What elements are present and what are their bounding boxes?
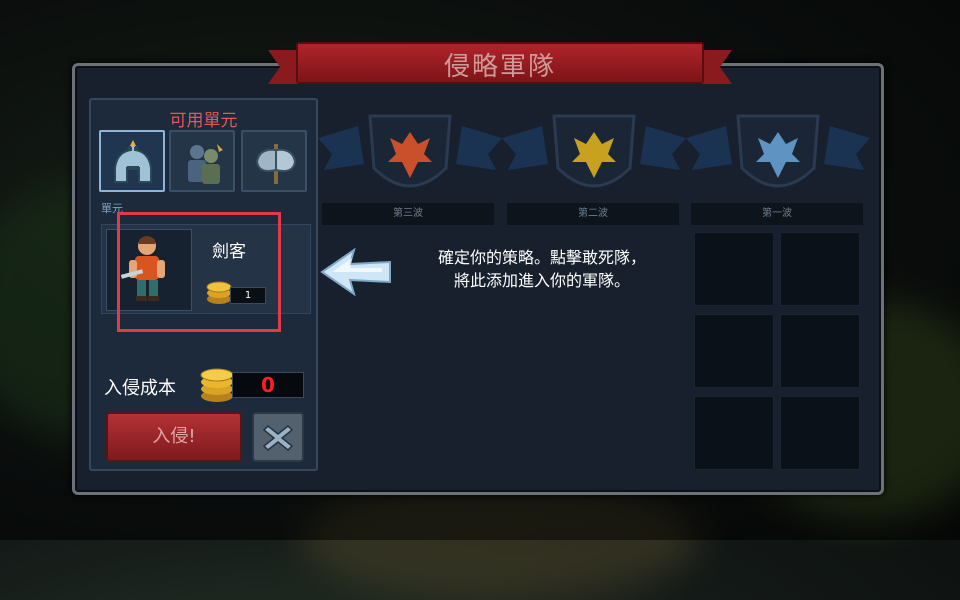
hint-line-2: 將此添加進入你的軍隊。 [453, 271, 630, 290]
helmet-icon [114, 140, 152, 183]
tutorial-hint: 確定你的策略。點擊敢死隊， 將此添加進入你的軍隊。 [392, 246, 692, 292]
title-banner: 侵略軍隊 [268, 40, 732, 86]
wave-1-crest [686, 108, 870, 204]
cancel-button[interactable] [252, 412, 304, 462]
army-slot[interactable] [694, 232, 774, 306]
wave-3-crest [318, 108, 502, 204]
invade-button[interactable]: 入侵! [106, 412, 242, 462]
tab-helmet[interactable] [99, 130, 165, 192]
tutorial-highlight [117, 212, 281, 332]
tab-troops[interactable] [169, 130, 235, 192]
invasion-cost-label: 入侵成本 [104, 378, 176, 399]
tab-axe[interactable] [241, 130, 307, 192]
close-x-icon [262, 424, 294, 452]
cost-coin-icon [200, 368, 234, 402]
left-arrow-icon [320, 248, 391, 296]
army-slot[interactable] [780, 314, 860, 388]
hint-line-1: 確定你的策略。點擊敢死隊， [437, 248, 646, 267]
army-slot[interactable] [694, 314, 774, 388]
invasion-cost-value: 0 [232, 372, 304, 398]
wave-2-crest [502, 108, 686, 204]
wave-1-label: 第一波 [691, 203, 863, 225]
wave-3-label: 第三波 [322, 203, 494, 225]
army-slot[interactable] [694, 396, 774, 470]
axe-icon [255, 144, 297, 184]
available-units-title: 可用單元 [169, 111, 238, 131]
wave-2-label: 第二波 [507, 203, 679, 225]
troops-icon [188, 144, 223, 184]
window-title: 侵略軍隊 [443, 52, 556, 82]
army-slot[interactable] [780, 396, 860, 470]
army-slot[interactable] [780, 232, 860, 306]
